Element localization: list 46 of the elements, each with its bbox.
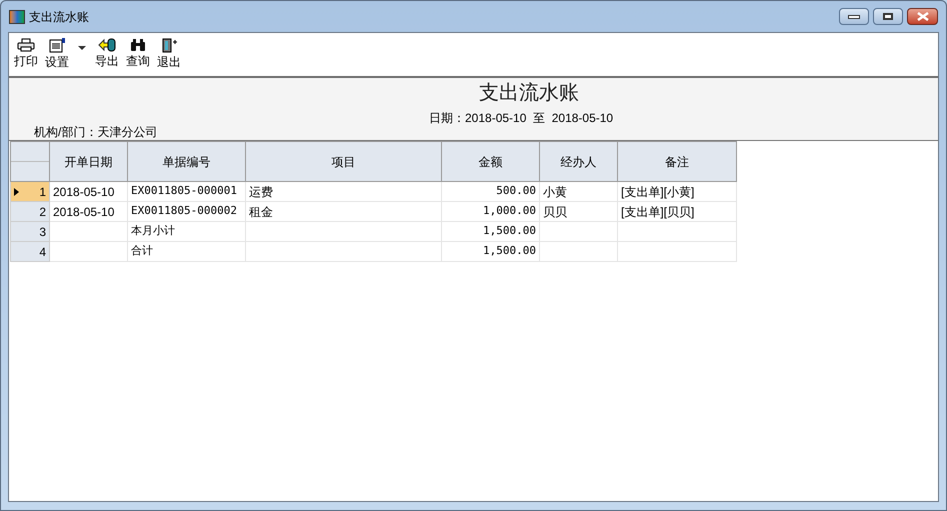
app-icon: [9, 10, 25, 24]
toolbar-button[interactable]: 打印: [13, 38, 39, 68]
table-cell: EX0011805-000001: [128, 182, 246, 202]
arrow-cylinder-icon: [98, 38, 116, 52]
close-button[interactable]: [907, 8, 938, 25]
row-header[interactable]: 2: [10, 202, 50, 222]
toolbar-button[interactable]: 导出: [94, 38, 120, 68]
department-label: 机构/部门：天津分公司: [34, 124, 158, 141]
close-icon: [916, 12, 928, 21]
report-title: 支出流水账: [479, 81, 579, 106]
minimize-button[interactable]: [839, 8, 869, 25]
date-range: 日期：2018-05-10 至 2018-05-10: [429, 110, 614, 127]
table-cell: EX0011805-000002: [128, 202, 246, 222]
table-cell: 1,500.00: [442, 222, 540, 242]
toolbar-button[interactable]: 查询: [125, 38, 151, 68]
binoculars-icon: [130, 38, 146, 52]
table-cell: 小黄: [540, 182, 618, 202]
row-header[interactable]: 4: [10, 242, 50, 262]
table-cell: 500.00: [442, 182, 540, 202]
table-cell: 本月小计: [128, 222, 246, 242]
table-cell: [支出单][小黄]: [618, 182, 736, 202]
table-cell: 1,500.00: [442, 242, 540, 262]
toolbar-button[interactable]: 设置: [44, 38, 70, 69]
column-header[interactable]: 开单日期: [50, 142, 128, 182]
current-row-icon: [14, 188, 19, 196]
column-header[interactable]: 金额: [442, 142, 540, 182]
dropdown-caret-icon[interactable]: [78, 46, 86, 50]
table-cell: 1,000.00: [442, 202, 540, 222]
column-header[interactable]: 经办人: [540, 142, 618, 182]
table-cell: 租金: [246, 202, 442, 222]
row-header[interactable]: 3: [10, 222, 50, 242]
door-icon: [161, 38, 177, 53]
table-cell: [支出单][贝贝]: [618, 202, 736, 222]
toolbar-button[interactable]: 退出: [156, 38, 182, 69]
table-cell: 贝贝: [540, 202, 618, 222]
table-cell: 2018-05-10: [50, 182, 128, 202]
column-header[interactable]: 单据编号: [128, 142, 246, 182]
row-header[interactable]: 1: [10, 182, 50, 202]
maximize-button[interactable]: [873, 8, 903, 25]
table-cell: 运费: [246, 182, 442, 202]
table-cell: 合计: [128, 242, 246, 262]
printer-icon: [17, 38, 35, 52]
column-header[interactable]: 备注: [618, 142, 736, 182]
window-title: 支出流水账: [29, 8, 89, 26]
table-cell: 2018-05-10: [50, 202, 128, 222]
column-header[interactable]: 项目: [246, 142, 442, 182]
